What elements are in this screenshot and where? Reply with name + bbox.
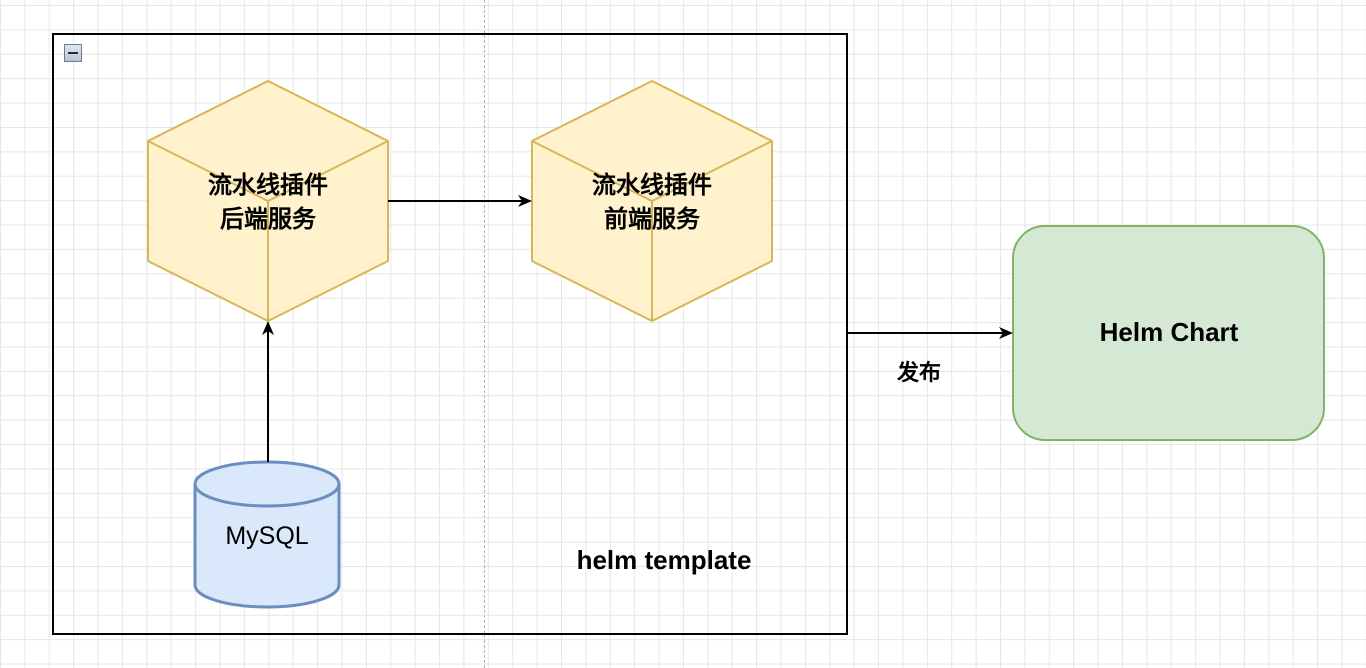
publish-edge-label: 发布	[896, 361, 941, 386]
diagram-canvas[interactable]: 流水线插件 后端服务 流水线插件 前端服务 MySQL Helm Chart h…	[0, 0, 1366, 668]
backend-service-label: 流水线插件 后端服务	[208, 171, 328, 233]
helm-chart-label: Helm Chart	[1099, 317, 1239, 347]
mysql-label: MySQL	[225, 522, 309, 550]
helm-template-label: helm template	[576, 545, 752, 575]
frontend-service-label: 流水线插件 前端服务	[592, 171, 712, 233]
